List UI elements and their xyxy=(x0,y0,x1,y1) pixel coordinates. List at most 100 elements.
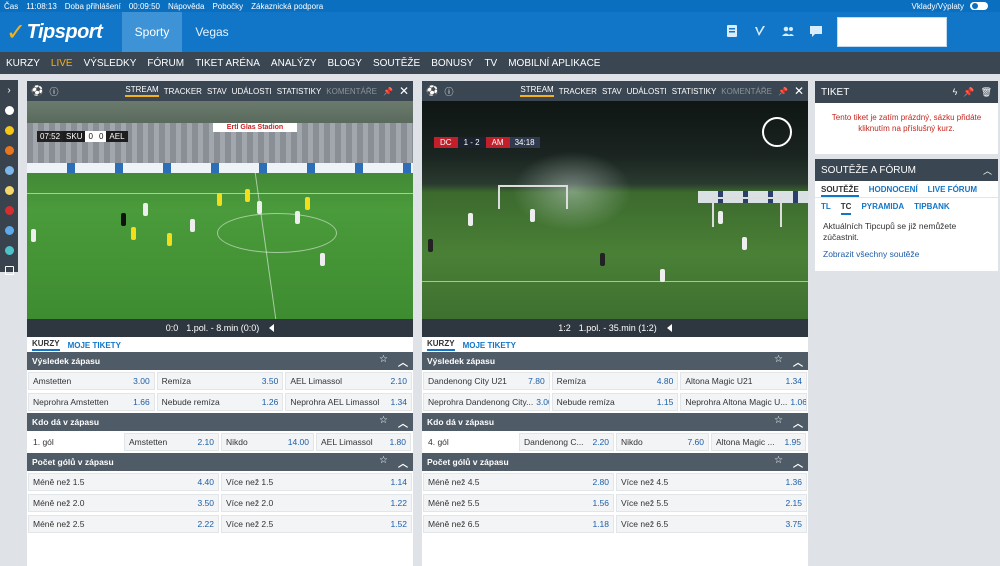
nav-blogy[interactable]: BLOGY xyxy=(328,58,362,69)
nav-tv[interactable]: TV xyxy=(484,58,497,69)
tab-tc[interactable]: TC xyxy=(840,202,852,215)
market-header[interactable]: Kdo dá v zápasu ☆ ︿ xyxy=(27,413,413,431)
tab-hodnoceni[interactable]: HODNOCENÍ xyxy=(869,185,918,197)
panel-tab-komentáře[interactable]: KOMENTÁŘE xyxy=(721,87,772,96)
panel-tab-statistiky[interactable]: STATISTIKY xyxy=(277,87,322,96)
odds-button[interactable]: Neprohra AEL Limassol 1.34 xyxy=(285,392,413,411)
live-stream-video[interactable]: Ertl Glas Stadion 07:52 SKU 0 0 AEL xyxy=(27,101,413,319)
odds-button[interactable]: Méně než 2.5 2.22 xyxy=(28,514,219,533)
collapse-chevron-icon[interactable]: ︿ xyxy=(398,455,408,470)
collapse-chevron-icon[interactable]: ︿ xyxy=(793,415,803,430)
odds-button[interactable]: Nebude remíza 1.26 xyxy=(156,392,284,411)
tipsport-logo[interactable]: ✓ Tipsport xyxy=(0,12,122,52)
odds-button[interactable]: Altona Magic ... 1.95 xyxy=(711,432,806,451)
odds-button[interactable]: Více než 5.5 2.15 xyxy=(616,493,807,512)
odds-button[interactable]: Více než 1.5 1.14 xyxy=(221,472,412,491)
market-header[interactable]: Výsledek zápasu ☆ ︿ xyxy=(27,352,413,370)
odds-button[interactable]: Neprohra Altona Magic U... 1.06 xyxy=(680,392,808,411)
panel-tab-tracker[interactable]: TRACKER xyxy=(164,87,202,96)
tab-sporty[interactable]: Sporty xyxy=(122,12,182,52)
collapse-video-icon[interactable] xyxy=(269,324,275,332)
odds-button[interactable]: Neprohra Dandenong City...3.00 xyxy=(423,392,550,411)
tab-live-forum[interactable]: LIVE FÓRUM xyxy=(928,185,977,197)
chat-icon[interactable] xyxy=(809,24,823,40)
odds-button[interactable]: Více než 2.5 1.52 xyxy=(221,514,412,533)
tab-tipbank[interactable]: TIPBANK xyxy=(914,202,950,215)
info-icon[interactable]: ⓘ xyxy=(444,85,453,98)
odds-button[interactable]: AEL Limassol 1.80 xyxy=(316,432,411,451)
subtab-kurzy[interactable]: KURZY xyxy=(427,339,455,351)
sidebar-sport-8[interactable] xyxy=(0,260,18,280)
live-stream-video[interactable]: DC 1 - 2 AM 34:18 xyxy=(422,101,808,319)
market-header[interactable]: Kdo dá v zápasu ☆ ︿ xyxy=(422,413,808,431)
panel-tab-stav[interactable]: STAV xyxy=(207,87,227,96)
panel-tab-stav[interactable]: STAV xyxy=(602,87,622,96)
odds-button[interactable]: Více než 6.5 3.75 xyxy=(616,514,807,533)
all-contests-link[interactable]: Zobrazit všechny soutěže xyxy=(815,249,998,265)
nav-forum[interactable]: FÓRUM xyxy=(147,58,184,69)
sidebar-sport-6[interactable] xyxy=(0,220,18,240)
market-header[interactable]: Počet gólů v zápasu ☆ ︿ xyxy=(422,453,808,471)
odds-button[interactable]: Méně než 1.5 4.40 xyxy=(28,472,219,491)
sidebar-sport-5[interactable] xyxy=(0,200,18,220)
odds-button[interactable]: Méně než 2.0 3.50 xyxy=(28,493,219,512)
panel-tab-statistiky[interactable]: STATISTIKY xyxy=(672,87,717,96)
nav-live[interactable]: LIVE xyxy=(51,58,73,69)
panel-tab-komentáře[interactable]: KOMENTÁŘE xyxy=(326,87,377,96)
tab-pyramida[interactable]: PYRAMIDA xyxy=(861,202,904,215)
sidebar-expand-icon[interactable]: › xyxy=(0,80,18,100)
panel-tab-události[interactable]: UDÁLOSTI xyxy=(627,87,667,96)
favorite-star-icon[interactable]: ☆ xyxy=(774,415,783,430)
panel-tab-stream[interactable]: STREAM xyxy=(125,85,159,97)
theme-toggle[interactable] xyxy=(970,2,988,10)
header-white-box[interactable] xyxy=(837,17,947,47)
odds-button[interactable]: Méně než 5.5 1.56 xyxy=(423,493,614,512)
users-icon[interactable] xyxy=(781,24,795,40)
odds-button[interactable]: Více než 2.0 1.22 xyxy=(221,493,412,512)
odds-button[interactable]: Remíza 4.80 xyxy=(551,371,679,390)
collapse-chevron-icon[interactable]: ︿ xyxy=(793,354,803,369)
favorite-star-icon[interactable]: ☆ xyxy=(379,354,388,369)
branches-link[interactable]: Pobočky xyxy=(212,2,243,11)
sidebar-sport-0[interactable] xyxy=(0,100,18,120)
tab-souteze[interactable]: SOUTĚŽE xyxy=(821,185,859,197)
collapse-video-icon[interactable] xyxy=(666,324,672,332)
sidebar-sport-2[interactable] xyxy=(0,140,18,160)
odds-button[interactable]: Dandenong City U21 7.80 xyxy=(423,371,550,390)
subtab-moje-tikety[interactable]: MOJE TIKETY xyxy=(463,341,516,351)
odds-button[interactable]: Nebude remíza 1.15 xyxy=(551,392,679,411)
pin-icon[interactable]: 📌 xyxy=(778,87,788,96)
sidebar-sport-7[interactable] xyxy=(0,240,18,260)
odds-button[interactable]: Méně než 6.5 1.18 xyxy=(423,514,614,533)
nav-tiket-arena[interactable]: TIKET ARÉNA xyxy=(195,58,260,69)
nav-analyzy[interactable]: ANALÝZY xyxy=(271,58,317,69)
favorite-star-icon[interactable]: ☆ xyxy=(379,415,388,430)
odds-button[interactable]: Nikdo 7.60 xyxy=(616,432,709,451)
odds-button[interactable]: Nikdo 14.00 xyxy=(221,432,314,451)
odds-button[interactable]: Altona Magic U21 1.34 xyxy=(680,371,808,390)
collapse-chevron-icon[interactable]: ︿ xyxy=(398,415,408,430)
nav-vysledky[interactable]: VÝSLEDKY xyxy=(84,58,137,69)
favorite-star-icon[interactable]: ☆ xyxy=(774,354,783,369)
subtab-moje-tikety[interactable]: MOJE TIKETY xyxy=(68,341,121,351)
odds-button[interactable]: Amstetten 3.00 xyxy=(28,371,155,390)
help-link[interactable]: Nápověda xyxy=(168,2,204,11)
pin-icon[interactable]: 📌 xyxy=(963,87,974,98)
sidebar-sport-1[interactable] xyxy=(0,120,18,140)
favorite-star-icon[interactable]: ☆ xyxy=(379,455,388,470)
odds-button[interactable]: Méně než 4.5 2.80 xyxy=(423,472,614,491)
subtab-kurzy[interactable]: KURZY xyxy=(32,339,60,351)
panel-tab-události[interactable]: UDÁLOSTI xyxy=(232,87,272,96)
collapse-icon[interactable]: ︿ xyxy=(983,164,992,177)
odds-button[interactable]: Více než 4.5 1.36 xyxy=(616,472,807,491)
support-link[interactable]: Zákaznická podpora xyxy=(251,2,323,11)
tab-tl[interactable]: TL xyxy=(821,202,831,215)
tickets-icon[interactable] xyxy=(725,24,739,40)
flash-icon[interactable]: ϟ xyxy=(953,87,958,98)
odds-button[interactable]: Remíza 3.50 xyxy=(156,371,284,390)
panel-tab-tracker[interactable]: TRACKER xyxy=(559,87,597,96)
info-icon[interactable]: ⓘ xyxy=(49,85,58,98)
panel-tab-stream[interactable]: STREAM xyxy=(520,85,554,97)
odds-button[interactable]: Neprohra Amstetten 1.66 xyxy=(28,392,155,411)
nav-souteze[interactable]: SOUTĚŽE xyxy=(373,58,420,69)
